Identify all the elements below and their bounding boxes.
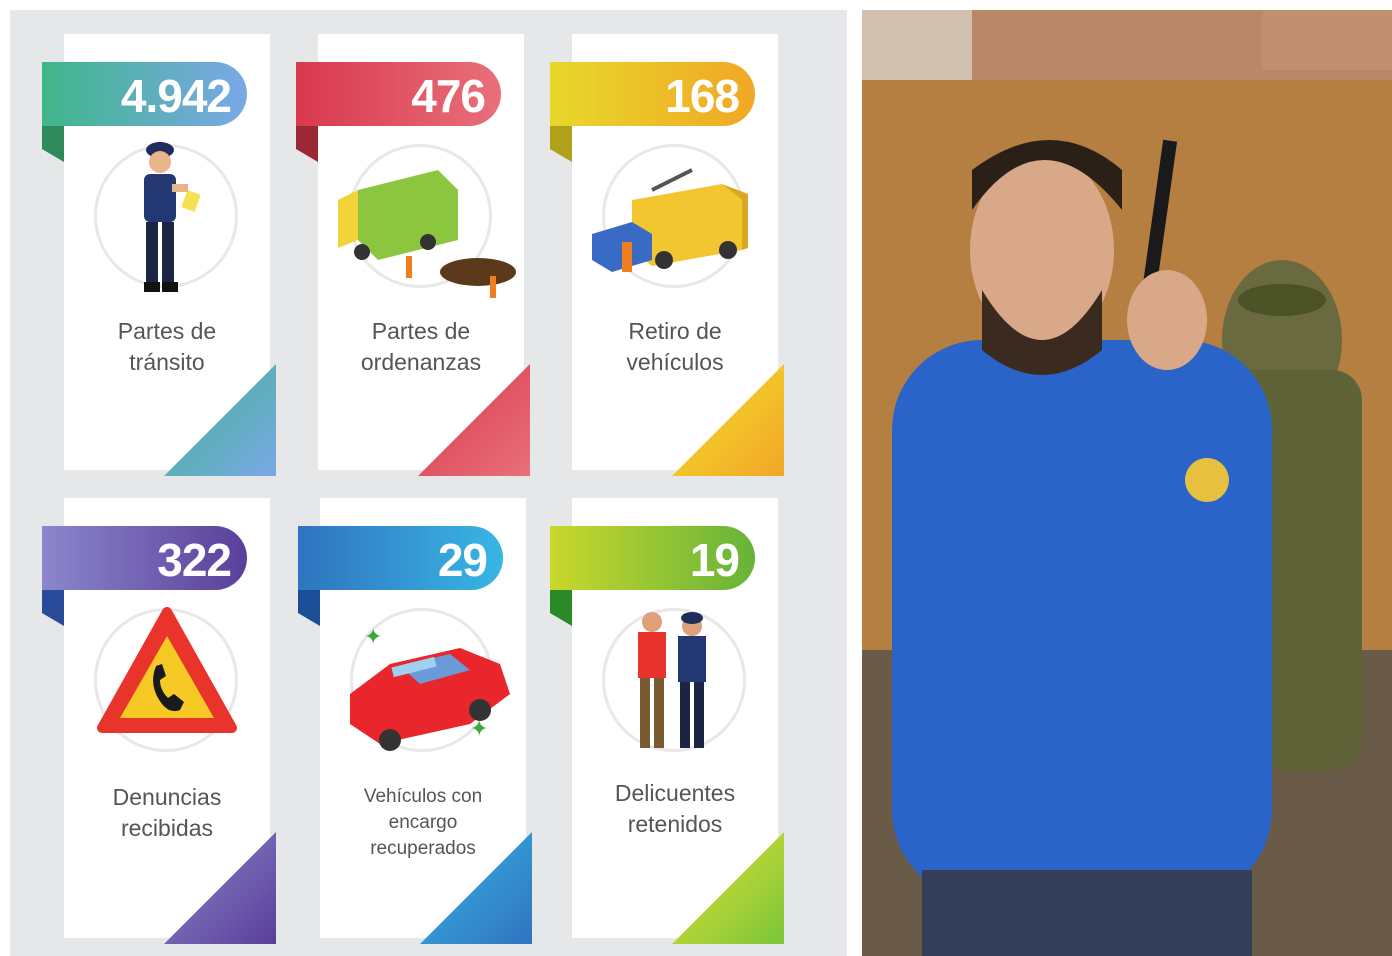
stat-ribbon: 19 bbox=[550, 526, 755, 590]
label-line: Partes de bbox=[371, 318, 471, 344]
traffic-officer-icon bbox=[144, 142, 201, 292]
label-line: retenidos bbox=[627, 811, 723, 837]
svg-text:✦: ✦ bbox=[470, 717, 488, 742]
stat-card-ordinance-tickets: 476 Partes de ordenanzas bbox=[296, 34, 530, 476]
stat-card-vehicle-removal: 168 Retiro de vehículos bbox=[550, 34, 784, 476]
label-line: encargo bbox=[388, 812, 458, 833]
stat-card-complaints: 322 Denuncias recibidas bbox=[42, 498, 276, 944]
stat-ribbon: 168 bbox=[550, 62, 755, 126]
arrest-icon bbox=[638, 612, 706, 748]
stat-card-recovered-vehicles: 29 ✦ ✦ Vehículos con encargo recuperados bbox=[298, 498, 532, 944]
stat-value: 19 bbox=[689, 534, 740, 586]
ribbon-fold bbox=[296, 126, 318, 162]
label-line: Denuncias bbox=[112, 784, 222, 810]
garbage-truck-icon bbox=[338, 170, 516, 298]
ribbon-fold bbox=[42, 126, 64, 162]
ribbon-fold bbox=[550, 126, 572, 162]
ribbon-fold bbox=[42, 590, 64, 626]
corner-accent bbox=[418, 364, 530, 476]
label-line: ordenanzas bbox=[360, 349, 482, 375]
label-line: Vehículos con bbox=[363, 786, 483, 807]
recovered-car-icon: ✦ ✦ bbox=[350, 625, 510, 751]
stat-value: 168 bbox=[665, 70, 740, 122]
corner-accent bbox=[164, 364, 276, 476]
ribbon-fold bbox=[550, 590, 572, 626]
label-line: vehículos bbox=[626, 349, 724, 375]
stat-value: 322 bbox=[157, 534, 232, 586]
stat-ribbon: 4.942 bbox=[42, 62, 247, 126]
tow-truck-icon bbox=[592, 168, 748, 272]
corner-accent bbox=[672, 364, 784, 476]
stat-card-detained-offenders: 19 Delicuentes retenidos bbox=[550, 498, 784, 944]
stat-label: Retiro de vehículos bbox=[572, 316, 778, 378]
label-line: Retiro de bbox=[628, 318, 722, 344]
stat-label: Delicuentes retenidos bbox=[572, 778, 778, 840]
label-line: Partes de bbox=[117, 318, 217, 344]
ribbon-fold bbox=[298, 590, 320, 626]
stat-card-traffic-tickets: 4.942 Partes de tránsito bbox=[42, 34, 276, 476]
label-line: recuperados bbox=[370, 838, 476, 859]
stat-label: Partes de tránsito bbox=[64, 316, 270, 378]
photo-scene bbox=[862, 10, 1392, 956]
phone-warning-icon bbox=[97, 607, 237, 733]
label-line: recibidas bbox=[120, 815, 214, 841]
man-with-radio-photo bbox=[862, 10, 1392, 956]
corner-accent bbox=[672, 832, 784, 944]
statistics-panel: 4.942 Partes de tránsito 476 Partes de o… bbox=[10, 10, 847, 956]
stat-value: 29 bbox=[437, 534, 488, 586]
stat-ribbon: 476 bbox=[296, 62, 501, 126]
stat-value: 4.942 bbox=[120, 70, 232, 122]
corner-accent bbox=[164, 832, 276, 944]
stat-label: Partes de ordenanzas bbox=[318, 316, 524, 378]
stat-label: Vehículos con encargo recuperados bbox=[320, 784, 526, 862]
stat-label: Denuncias recibidas bbox=[64, 782, 270, 844]
label-line: Delicuentes bbox=[614, 780, 736, 806]
label-line: tránsito bbox=[129, 349, 205, 375]
stat-ribbon: 322 bbox=[42, 526, 247, 590]
stat-value: 476 bbox=[411, 70, 486, 122]
svg-text:✦: ✦ bbox=[364, 625, 382, 650]
stat-ribbon: 29 bbox=[298, 526, 503, 590]
